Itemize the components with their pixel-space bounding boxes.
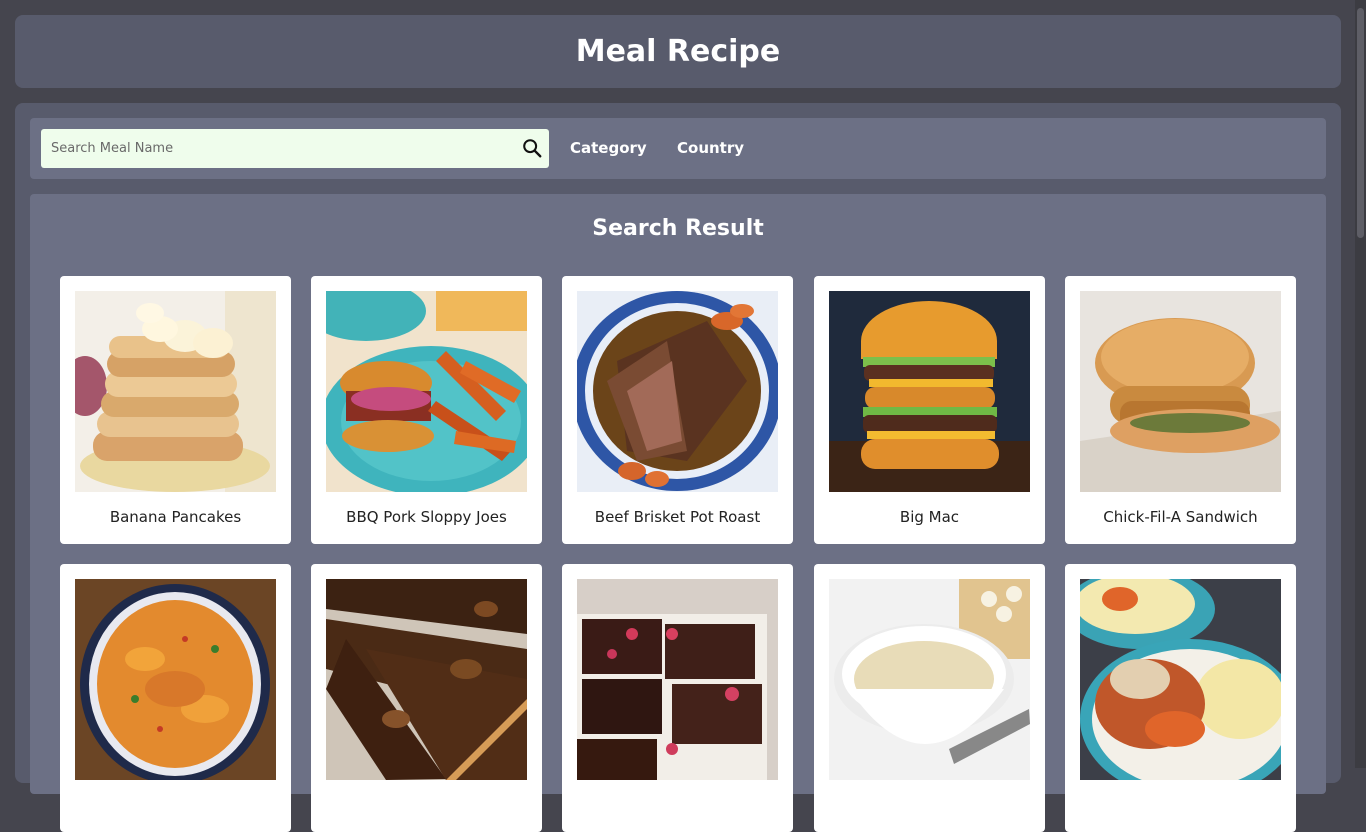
meal-card[interactable] [814, 564, 1045, 832]
meal-card[interactable]: Banana Pancakes [60, 276, 291, 544]
search-input[interactable] [41, 129, 531, 168]
meal-card[interactable]: Beef Brisket Pot Roast [562, 276, 793, 544]
meal-card[interactable] [562, 564, 793, 832]
meal-image-big-mac [829, 291, 1030, 492]
scrollbar-thumb[interactable] [1357, 8, 1364, 238]
meal-card[interactable] [60, 564, 291, 832]
meal-image [829, 579, 1030, 780]
meal-image [1080, 579, 1281, 780]
results-title: Search Result [592, 216, 764, 241]
meal-card[interactable] [311, 564, 542, 832]
search-icon[interactable] [521, 137, 543, 159]
page-header: Meal Recipe [15, 15, 1341, 88]
meal-image [326, 579, 527, 780]
meal-image-beef-brisket-pot-roast [577, 291, 778, 492]
category-link[interactable]: Category [570, 118, 647, 179]
meal-name: Beef Brisket Pot Roast [594, 508, 761, 526]
meal-image [577, 579, 778, 780]
page-title: Meal Recipe [575, 34, 781, 69]
search-box [41, 129, 549, 168]
search-bar: Category Country [30, 118, 1326, 179]
meal-name: BBQ Pork Sloppy Joes [346, 508, 507, 526]
meal-card[interactable] [1065, 564, 1296, 832]
meal-image-chick-fil-a-sandwich [1080, 291, 1281, 492]
meal-image [75, 579, 276, 780]
meal-name: Big Mac [899, 508, 960, 526]
meal-card[interactable]: Big Mac [814, 276, 1045, 544]
meal-image-banana-pancakes [75, 291, 276, 492]
main-panel: Category Country Search Result [15, 103, 1341, 832]
meal-image-bbq-pork-sloppy-joes [326, 291, 527, 492]
meal-name: Banana Pancakes [109, 508, 242, 526]
page-scrollbar[interactable] [1355, 0, 1366, 768]
country-link[interactable]: Country [677, 118, 744, 179]
search-results: Search Result Banana Pancakes BBQ Pork S… [30, 194, 1326, 832]
meal-name: Chick-Fil-A Sandwich [1103, 508, 1258, 526]
meal-card[interactable]: Chick-Fil-A Sandwich [1065, 276, 1296, 544]
meal-card[interactable]: BBQ Pork Sloppy Joes [311, 276, 542, 544]
